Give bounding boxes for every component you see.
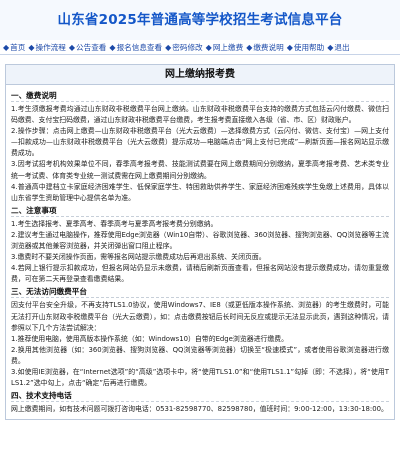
panel-content: 一、缴费说明 1.考生须缴报考费均通过山东财政非税缴费平台网上缴纳。山东财政非税… bbox=[6, 85, 394, 419]
paragraph: 4.普通高中建档立卡家庭经济困难学生、低保家庭学生、特困救助供养学生、家庭经济困… bbox=[11, 182, 389, 202]
section-heading-support-phone: 四、技术支持电话 bbox=[11, 391, 389, 403]
diamond-bullet-icon: ◆ bbox=[68, 42, 76, 52]
nav-label: 公告查看 bbox=[76, 42, 107, 52]
nav-divider bbox=[0, 54, 400, 55]
nav-label: 网上缴费 bbox=[212, 42, 244, 52]
paragraph: 2.建议考生通过电脑操作，推荐使用Edge浏览器（Win10自带）、谷歌浏览器、… bbox=[11, 230, 389, 251]
paragraph: 1.推荐使用电脑，使用高版本操作系统（如：Windows10）自带的Edge浏览… bbox=[11, 334, 289, 343]
nav-help[interactable]: ◆ 使用帮助 bbox=[287, 42, 325, 53]
nav-home[interactable]: ◆ 首页 bbox=[3, 42, 25, 53]
nav-logout[interactable]: ◆ 退出 bbox=[327, 42, 349, 53]
paragraph: 4.若网上银行提示扣款成功，但报名网站仍显示未缴费，请稍后刷新页面查看，但报名网… bbox=[11, 264, 389, 284]
nav-label: 缴费说明 bbox=[253, 42, 284, 52]
diamond-bullet-icon: ◆ bbox=[28, 42, 35, 52]
paragraph: 3.如使用IE浏览器，在“Internet选项”的“高级”选项卡中，将“使用TL… bbox=[11, 367, 389, 388]
diamond-bullet-icon: ◆ bbox=[327, 42, 334, 52]
paragraph: 2.操作步骤：点击网上缴费—山东财政非税缴费平台（光大云缴费）—选择缴费方式（云… bbox=[11, 127, 389, 158]
paragraph: 2.换用其他浏览器（如：360浏览器、搜狗浏览器、QQ浏览器等浏览器）切换至“极… bbox=[11, 345, 389, 365]
paragraph: 1.考生选择报考、夏季高考、春季高考与夏季高考报考费分别缴纳。 bbox=[11, 219, 218, 228]
nav-label: 退出 bbox=[334, 42, 350, 52]
paragraph: 3.缴费时不要关闭操作页面，需等报名网站提示缴费成功后再退出系统、关闭页面。 bbox=[11, 253, 266, 262]
diamond-bullet-icon: ◆ bbox=[109, 42, 116, 52]
support-phone-text: 网上缴费期间，如有技术问题可拨打咨询电话：0531-82598770、82598… bbox=[11, 405, 388, 414]
section-heading-payment-notes: 一、缴费说明 bbox=[11, 91, 389, 102]
diamond-bullet-icon: ◆ bbox=[205, 42, 212, 52]
payment-panel: 网上缴纳报考费 一、缴费说明 1.考生须缴报考费均通过山东财政非税缴费平台网上缴… bbox=[5, 64, 395, 421]
nav-label: 密码修改 bbox=[172, 42, 203, 52]
nav-label: 首页 bbox=[10, 42, 26, 52]
nav-registration-info[interactable]: ◆ 报名信息查看 bbox=[109, 42, 162, 53]
page-title: 网上缴纳报考费 bbox=[6, 65, 394, 85]
nav-announcements[interactable]: ◆ 公告查看 bbox=[69, 42, 107, 53]
nav-payment-notes[interactable]: ◆ 缴费说明 bbox=[246, 42, 284, 53]
site-title: 山东省2025年普通高等学校招生考试信息平台 bbox=[57, 12, 343, 28]
paragraph: 因支付平台安全升级，不再支持TLS1.0协议，使用Windows7、IE8（或更… bbox=[11, 301, 389, 332]
nav-label: 使用帮助 bbox=[293, 42, 325, 52]
section-heading-access-issues: 三、无法访问缴费平台 bbox=[11, 287, 389, 299]
section-heading-precautions: 二、注意事项 bbox=[11, 206, 389, 217]
nav-process[interactable]: ◆ 操作流程 bbox=[28, 42, 66, 53]
diamond-bullet-icon: ◆ bbox=[246, 42, 253, 52]
paragraph: 1.考生须缴报考费均通过山东财政非税缴费平台网上缴纳。山东财政非税缴费平台支持的… bbox=[11, 105, 389, 125]
paragraph: 3.因考试招考机构效果单位不同，春季高考报考费、技能测试费要在网上缴费期间分别缴… bbox=[11, 160, 389, 180]
nav-online-payment[interactable]: ◆ 网上缴费 bbox=[206, 42, 244, 53]
nav-change-password[interactable]: ◆ 密码修改 bbox=[165, 42, 203, 53]
diamond-bullet-icon: ◆ bbox=[3, 42, 10, 52]
nav-label: 报名信息查看 bbox=[116, 42, 163, 52]
nav-label: 操作流程 bbox=[35, 42, 66, 52]
diamond-bullet-icon: ◆ bbox=[165, 42, 172, 52]
site-header: 山东省2025年普通高等学校招生考试信息平台 bbox=[0, 0, 400, 40]
top-nav: ◆ 首页 ◆ 操作流程 ◆ 公告查看 ◆ 报名信息查看 ◆ 密码修改 ◆ 网上缴费 ◆ 缴费说… bbox=[0, 40, 400, 54]
diamond-bullet-icon: ◆ bbox=[286, 42, 293, 52]
